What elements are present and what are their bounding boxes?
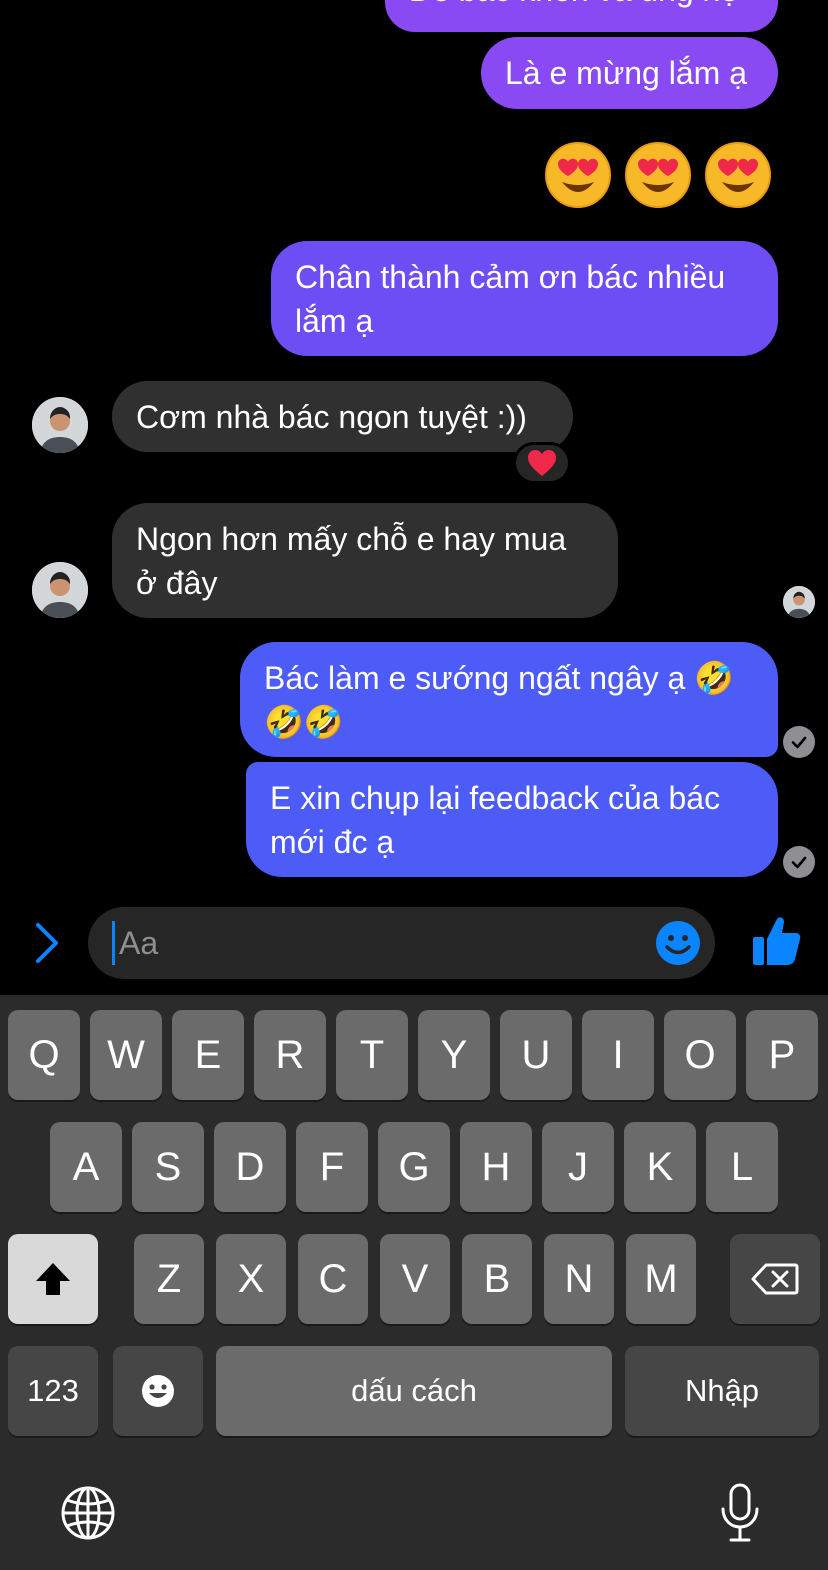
message-text: Cơm nhà bác ngon tuyệt :)) — [136, 399, 527, 435]
key-l[interactable]: L — [706, 1122, 778, 1212]
message-outgoing[interactable]: Chân thành cảm ơn bác nhiều lắm ạ — [271, 241, 778, 356]
message-incoming[interactable]: Ngon hơn mấy chỗ e hay mua ở đây — [112, 503, 618, 618]
key-x[interactable]: X — [216, 1234, 286, 1324]
avatar[interactable] — [32, 397, 88, 453]
message-outgoing[interactable]: Là e mừng lắm ạ — [481, 37, 778, 109]
emoji-icon — [142, 1375, 174, 1407]
heart-eyes-emoji — [545, 142, 611, 208]
shift-icon — [36, 1263, 70, 1295]
message-text: Bác làm e sướng ngất ngây ạ 🤣 — [264, 660, 735, 696]
key-a[interactable]: A — [50, 1122, 122, 1212]
key-k[interactable]: K — [624, 1122, 696, 1212]
key-g[interactable]: G — [378, 1122, 450, 1212]
key-u[interactable]: U — [500, 1010, 572, 1100]
key-s[interactable]: S — [132, 1122, 204, 1212]
return-key-label: Nhập — [684, 1373, 760, 1408]
key-b[interactable]: B — [462, 1234, 532, 1324]
reaction-heart[interactable] — [513, 442, 571, 484]
message-text: Là e mừng lắm ạ — [505, 55, 747, 91]
message-text: Ngon hơn mấy chỗ e hay mua ở đây — [136, 521, 567, 601]
message-text: E xin chụp lại feedback của bác mới đc ạ — [270, 780, 721, 860]
seen-avatar — [783, 586, 815, 618]
message-incoming[interactable]: Cơm nhà bác ngon tuyệt :)) — [112, 381, 573, 452]
conversation-area: Để bác khen và ủng hộ Là e mừng lắm ạ Ch… — [0, 0, 828, 995]
backspace-key[interactable] — [730, 1234, 820, 1324]
space-key[interactable]: dấu cách — [216, 1346, 612, 1436]
message-outgoing[interactable]: Bác làm e sướng ngất ngây ạ 🤣 🤣🤣 — [240, 642, 778, 757]
key-v[interactable]: V — [380, 1234, 450, 1324]
heart-icon — [528, 450, 556, 476]
numbers-key-label: 123 — [27, 1373, 79, 1408]
delivered-check-icon — [783, 846, 815, 878]
key-i[interactable]: I — [582, 1010, 654, 1100]
keyboard: QWERTYUIOP ASDFGHJKL ZXCVBNM 123 dấu các… — [0, 995, 828, 1570]
text-caret — [112, 921, 115, 965]
message-text: Để bác khen và ủng hộ — [409, 0, 738, 8]
key-m[interactable]: M — [626, 1234, 696, 1324]
key-q[interactable]: Q — [8, 1010, 80, 1100]
shift-key[interactable] — [8, 1234, 98, 1324]
chevron-right-icon[interactable] — [30, 921, 62, 965]
space-key-label: dấu cách — [351, 1373, 477, 1408]
key-y[interactable]: Y — [418, 1010, 490, 1100]
message-input-placeholder: Aa — [119, 925, 159, 961]
avatar[interactable] — [32, 562, 88, 618]
key-o[interactable]: O — [664, 1010, 736, 1100]
heart-eyes-emoji — [705, 142, 771, 208]
microphone-icon[interactable] — [718, 1482, 762, 1544]
smiley-icon[interactable] — [655, 920, 701, 966]
return-key[interactable]: Nhập — [625, 1346, 819, 1436]
thumbs-up-icon[interactable] — [751, 915, 801, 967]
message-text: Chân thành cảm ơn bác nhiều lắm ạ — [295, 259, 726, 339]
emoji-key[interactable] — [113, 1346, 203, 1436]
key-r[interactable]: R — [254, 1010, 326, 1100]
key-z[interactable]: Z — [134, 1234, 204, 1324]
message-text: 🤣🤣 — [264, 704, 344, 740]
key-n[interactable]: N — [544, 1234, 614, 1324]
delivered-check-icon — [783, 726, 815, 758]
globe-icon[interactable] — [60, 1485, 116, 1541]
key-f[interactable]: F — [296, 1122, 368, 1212]
message-input[interactable]: Aa — [88, 907, 715, 979]
heart-eyes-emoji — [625, 142, 691, 208]
key-w[interactable]: W — [90, 1010, 162, 1100]
message-outgoing[interactable]: E xin chụp lại feedback của bác mới đc ạ — [246, 762, 778, 877]
key-p[interactable]: P — [746, 1010, 818, 1100]
key-t[interactable]: T — [336, 1010, 408, 1100]
message-outgoing[interactable]: Để bác khen và ủng hộ — [385, 0, 778, 32]
key-e[interactable]: E — [172, 1010, 244, 1100]
backspace-icon — [751, 1263, 799, 1295]
key-d[interactable]: D — [214, 1122, 286, 1212]
numbers-key[interactable]: 123 — [8, 1346, 98, 1436]
key-h[interactable]: H — [460, 1122, 532, 1212]
key-j[interactable]: J — [542, 1122, 614, 1212]
composer-bar: Aa — [0, 895, 828, 995]
key-c[interactable]: C — [298, 1234, 368, 1324]
